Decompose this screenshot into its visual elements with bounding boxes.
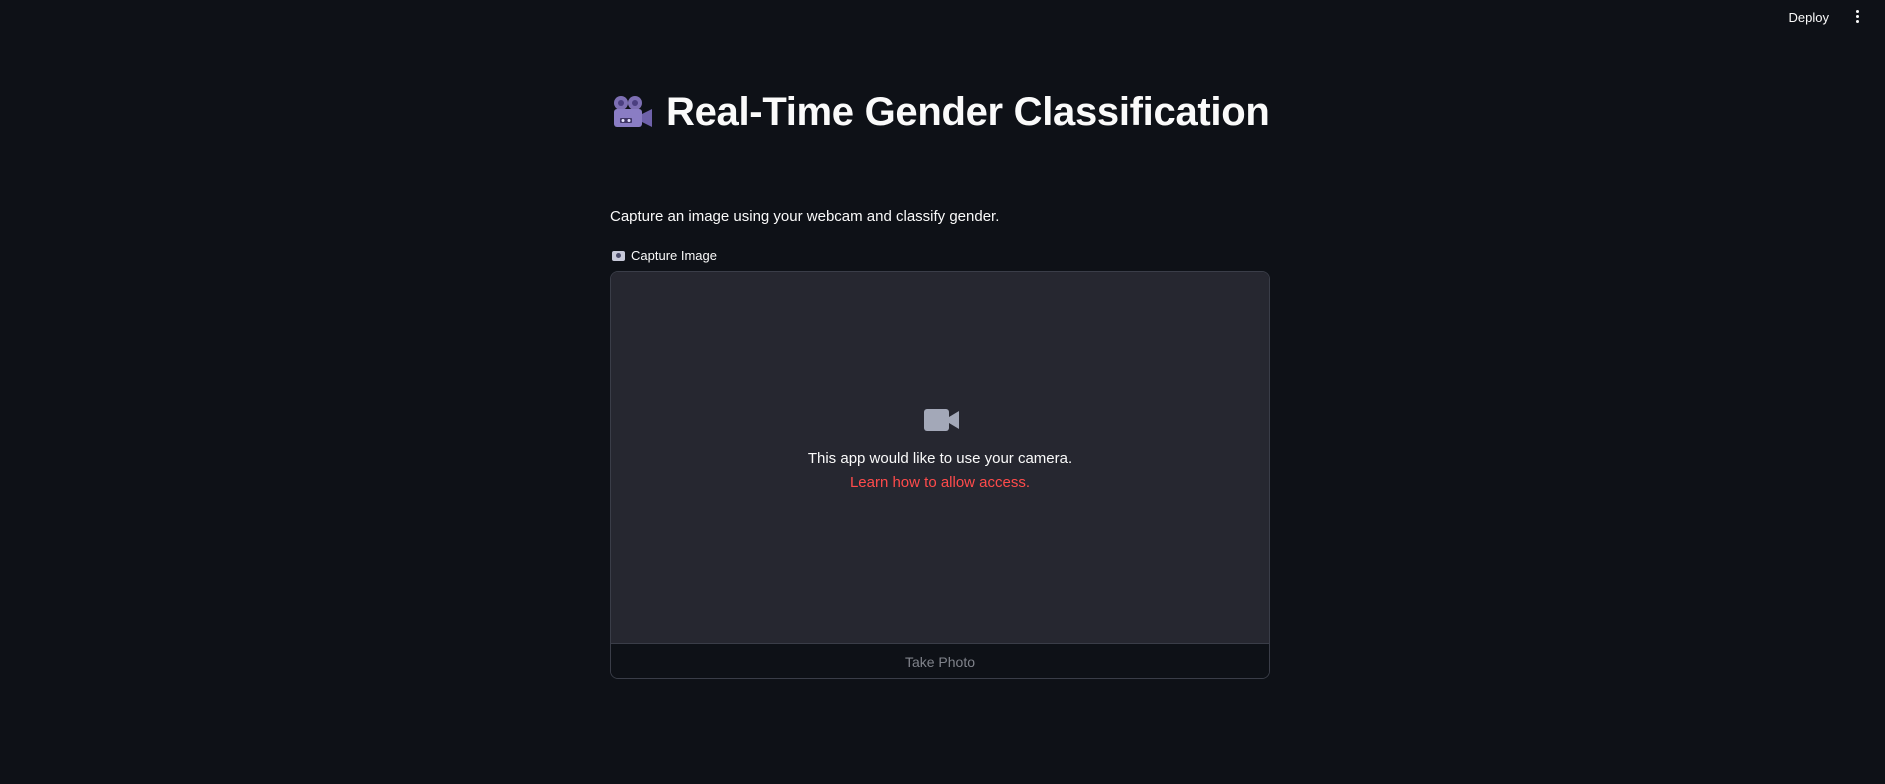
camera-icon — [612, 250, 625, 261]
page-title: Real-Time Gender Classification — [666, 90, 1270, 134]
camera-permission-message: This app would like to use your camera. — [807, 450, 1073, 467]
title-row: Real-Time Gender Classification — [610, 90, 1270, 135]
video-camera-icon — [924, 409, 960, 431]
more-vert-icon[interactable] — [1849, 6, 1865, 26]
camera-input: This app would like to use your camera. … — [610, 271, 1270, 679]
movie-camera-icon — [610, 94, 654, 132]
camera-input-label-text: Capture Image — [631, 248, 717, 263]
take-photo-button[interactable]: Take Photo — [611, 643, 1269, 678]
deploy-button[interactable]: Deploy — [1783, 7, 1835, 28]
camera-preview-area: This app would like to use your camera. … — [611, 272, 1269, 643]
page-description: Capture an image using your webcam and c… — [610, 208, 1000, 225]
allow-access-link[interactable]: Learn how to allow access. — [611, 474, 1269, 491]
app-header: Deploy — [0, 0, 1885, 34]
camera-input-label: Capture Image — [612, 248, 717, 263]
